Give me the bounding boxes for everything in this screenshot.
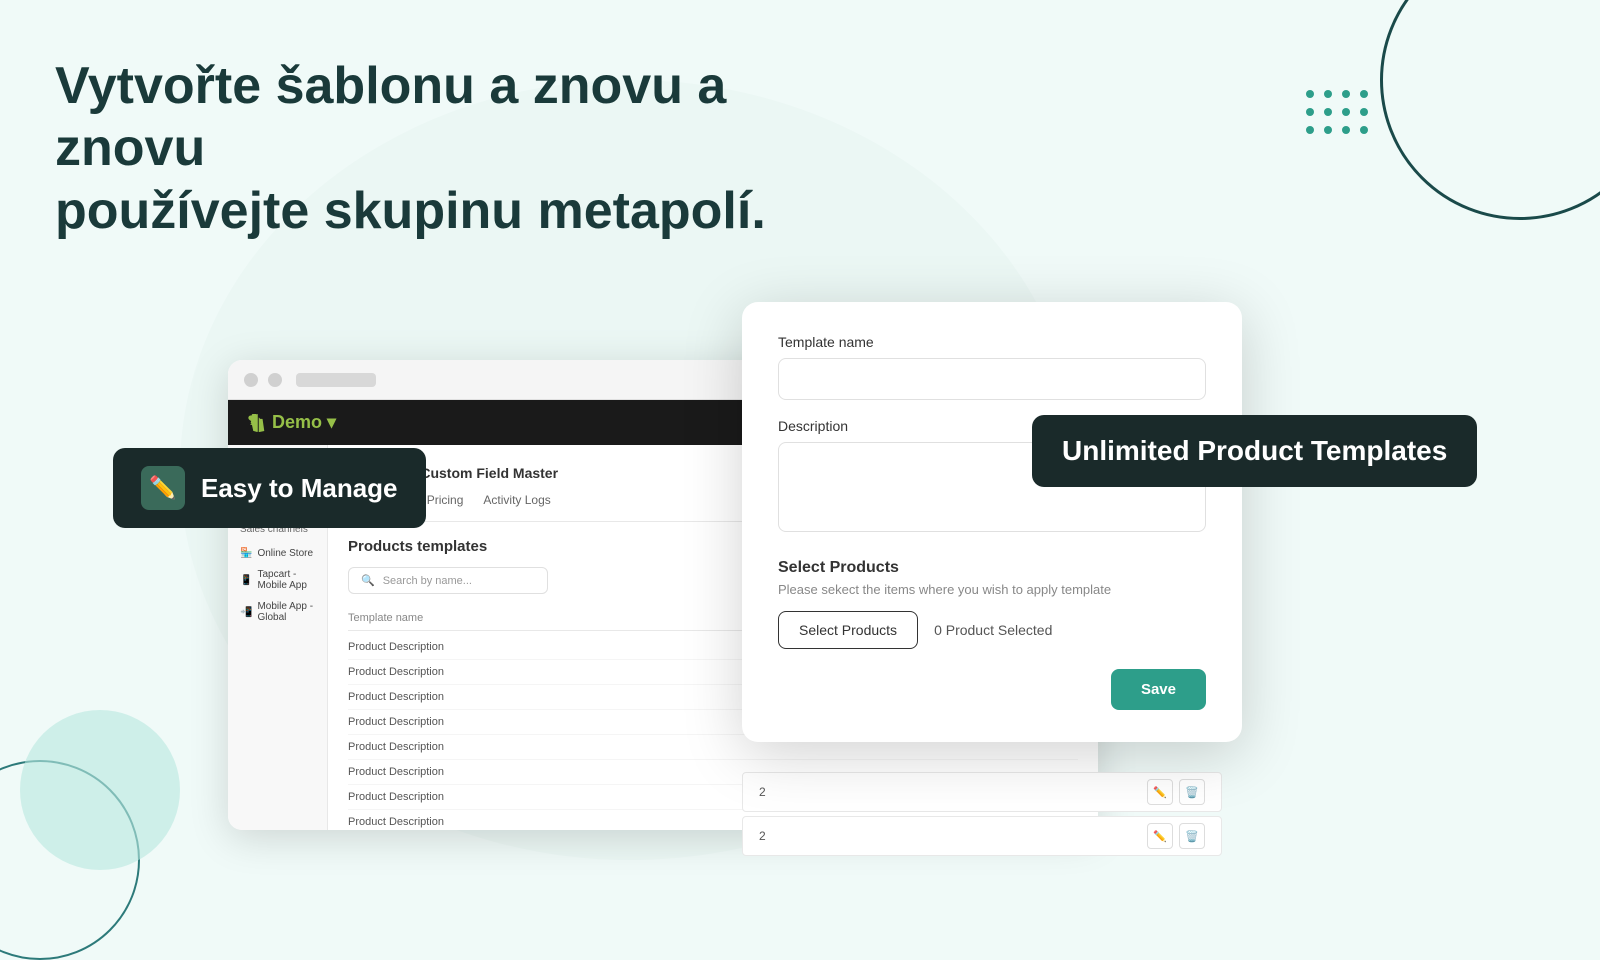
template-search-bar[interactable]: 🔍 Search by name...	[348, 567, 548, 594]
row-actions-1: ✏️ 🗑️	[1147, 779, 1205, 805]
form-footer: Save	[778, 669, 1206, 710]
decorative-circle-top-right	[1380, 0, 1600, 220]
sidebar-item-online-store[interactable]: 🏪 Online Store	[228, 543, 327, 564]
unlimited-badge: Unlimited Product Templates	[1032, 415, 1477, 487]
select-products-row: Select Products 0 Product Selected	[778, 611, 1206, 649]
sidebar-item-mobile-app[interactable]: 📲 Mobile App - Global	[228, 596, 327, 628]
table-row-bottom-1: 2 ✏️ 🗑️	[742, 772, 1222, 812]
search-placeholder-text: Search by name...	[383, 575, 472, 587]
template-name-label: Template name	[778, 334, 1206, 350]
badge-label: Easy to Manage	[201, 473, 398, 504]
badge-icon: ✏️	[141, 466, 185, 510]
shopify-demo-label: Demo ▾	[272, 412, 336, 433]
browser-control-2	[268, 373, 282, 387]
select-products-section: Select Products Please sekect the items …	[778, 559, 1206, 649]
unlimited-badge-label: Unlimited Product Templates	[1062, 435, 1447, 466]
delete-icon-1[interactable]: 🗑️	[1179, 779, 1205, 805]
form-panel: Template name Description Select Product…	[742, 302, 1242, 742]
browser-address-bar	[296, 373, 376, 387]
browser-control-1	[244, 373, 258, 387]
decorative-dots-grid	[1306, 90, 1370, 136]
select-products-title: Select Products	[778, 559, 1206, 577]
edit-icon-1[interactable]: ✏️	[1147, 779, 1173, 805]
delete-icon-2[interactable]: 🗑️	[1179, 823, 1205, 849]
nav-item-pricing[interactable]: Pricing	[427, 493, 464, 513]
row-number-2: 2	[759, 829, 766, 843]
save-button[interactable]: Save	[1111, 669, 1206, 710]
heading-line1: Vytvořte šablonu a znovu a znovu	[55, 57, 726, 177]
main-heading: Vytvořte šablonu a znovu a znovu používe…	[55, 55, 815, 242]
search-icon: 🔍	[361, 574, 375, 587]
select-products-button[interactable]: Select Products	[778, 611, 918, 649]
decorative-blob-bottom-left	[20, 710, 180, 870]
template-name-input[interactable]	[778, 358, 1206, 400]
heading-line2: používejte skupinu metapolí.	[55, 182, 766, 240]
edit-icon-2[interactable]: ✏️	[1147, 823, 1173, 849]
table-row-bottom-2: 2 ✏️ 🗑️	[742, 816, 1222, 856]
row-actions-2: ✏️ 🗑️	[1147, 823, 1205, 849]
product-count-label: 0 Product Selected	[934, 622, 1052, 638]
bottom-table-rows: 2 ✏️ 🗑️ 2 ✏️ 🗑️	[742, 772, 1222, 860]
nav-item-activity-logs[interactable]: Activity Logs	[483, 493, 550, 513]
select-products-subtitle: Please sekect the items where you wish t…	[778, 582, 1206, 597]
row-number-1: 2	[759, 785, 766, 799]
sidebar-item-tapcart[interactable]: 📱 Tapcart - Mobile App	[228, 564, 327, 596]
easy-to-manage-badge: ✏️ Easy to Manage	[113, 448, 426, 528]
shopify-logo: Demo ▾	[248, 412, 336, 433]
col-header-name: Template name	[348, 612, 488, 624]
